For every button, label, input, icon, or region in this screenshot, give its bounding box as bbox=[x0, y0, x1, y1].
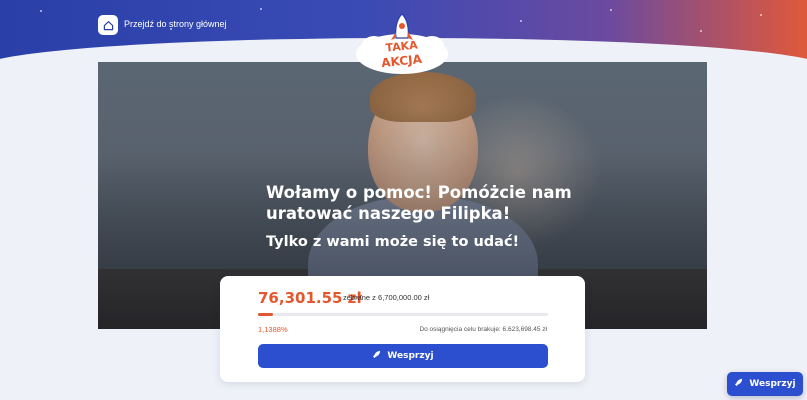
hero-subtitle: Tylko z wami może się to udać! bbox=[266, 234, 520, 250]
rocket-icon bbox=[734, 378, 743, 390]
support-button[interactable]: Wesprzyj bbox=[258, 344, 548, 368]
star-decoration bbox=[260, 8, 262, 10]
home-link-label[interactable]: Przejdź do strony głównej bbox=[124, 19, 227, 29]
star-decoration bbox=[610, 9, 612, 11]
home-button[interactable] bbox=[98, 15, 118, 35]
missing-amount-text: Do osiągnięcia celu brakuje: 6,623,698.4… bbox=[419, 326, 547, 333]
taka-akcja-logo[interactable]: TAKA AKCJA bbox=[352, 12, 452, 78]
rocket-icon bbox=[391, 13, 413, 40]
star-decoration bbox=[760, 14, 762, 16]
star-decoration bbox=[700, 30, 702, 32]
star-decoration bbox=[520, 20, 522, 22]
star-decoration bbox=[40, 10, 42, 12]
percent-text: 1,1388% bbox=[258, 325, 288, 334]
progress-fill bbox=[258, 313, 273, 316]
donation-card: 76,301.55 zł zebrane z 6,700,000.00 zł 1… bbox=[220, 276, 585, 382]
floating-support-label: Wesprzyj bbox=[749, 379, 796, 389]
rocket-icon bbox=[372, 350, 381, 362]
goal-text: zebrane z 6,700,000.00 zł bbox=[343, 293, 430, 302]
support-button-label: Wesprzyj bbox=[387, 351, 434, 361]
home-icon bbox=[103, 16, 114, 35]
floating-support-button[interactable]: Wesprzyj bbox=[727, 372, 803, 396]
hero-title: Wołamy o pomoc! Pomóżcie nam uratować na… bbox=[266, 183, 572, 223]
progress-bar bbox=[258, 313, 548, 316]
